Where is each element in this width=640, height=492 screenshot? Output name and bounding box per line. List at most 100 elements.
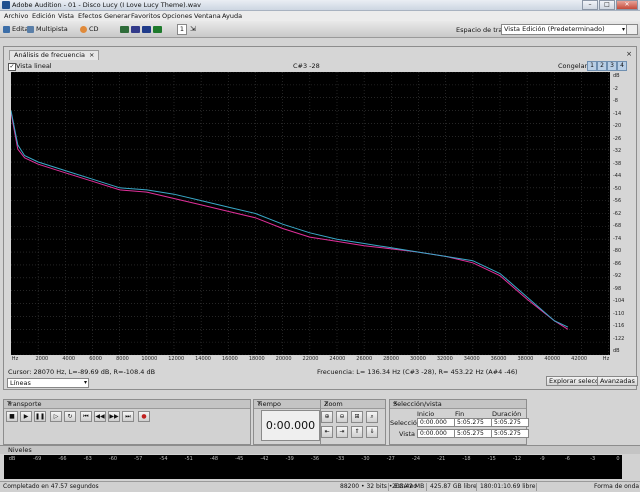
loop-button[interactable]: ↻ xyxy=(64,411,76,422)
freeze-button-2[interactable]: 2 xyxy=(597,61,607,71)
zoom-selection-icon[interactable]: ⌕ xyxy=(366,411,378,423)
level-scale-label: -66 xyxy=(58,456,67,462)
selection-start-field[interactable]: 0:00.000 xyxy=(417,418,455,427)
fast-forward-button[interactable]: ▶▶ xyxy=(108,411,120,422)
multitrack-button[interactable]: Multipista xyxy=(27,24,68,34)
y-tick-label: -8 xyxy=(613,98,618,104)
advanced-button[interactable]: Avanzadas xyxy=(597,376,638,386)
level-scale-label: 0 xyxy=(616,456,620,462)
zoom-out-horizontal-icon[interactable]: ⊖ xyxy=(336,411,348,423)
menu-archivo[interactable]: Archivo xyxy=(4,12,28,20)
zoom-full-icon[interactable]: ⊞ xyxy=(351,411,363,423)
x-tick-label: 8000 xyxy=(116,356,129,362)
menu-favoritos[interactable]: Favoritos xyxy=(131,12,160,20)
zoom-in-horizontal-icon[interactable]: ⊕ xyxy=(321,411,333,423)
zoom-left-icon[interactable]: ⇤ xyxy=(321,426,333,438)
x-tick-label: Hz xyxy=(602,356,610,362)
rewind-button[interactable]: ◀◀ xyxy=(94,411,106,422)
zoom-out-vertical-icon[interactable]: ⇓ xyxy=(366,426,378,438)
page-counter[interactable]: 1 ⇲ xyxy=(177,23,196,35)
level-scale-label: -51 xyxy=(184,456,193,462)
view-end-field[interactable]: 5:05.275 xyxy=(454,429,492,438)
layout-phase-icon[interactable] xyxy=(153,25,162,33)
y-tick-label: -20 xyxy=(613,123,622,129)
status-bar: Completado en 47.57 segundos 88200 • 32 … xyxy=(0,481,640,492)
tab-frequency-analysis[interactable]: Análisis de frecuencia × xyxy=(9,50,100,60)
series-line-1 xyxy=(11,112,569,330)
cd-icon xyxy=(80,25,87,33)
selection-duration-field[interactable]: 5:05.275 xyxy=(491,418,529,427)
x-tick-label: 36000 xyxy=(490,356,507,362)
transport-close-icon[interactable]: × xyxy=(7,400,247,408)
view-start-field[interactable]: 0:00.000 xyxy=(417,429,455,438)
y-tick-label: -110 xyxy=(613,310,625,317)
close-button[interactable]: ✕ xyxy=(616,0,638,10)
menu-opciones[interactable]: Opciones xyxy=(162,12,192,20)
go-end-button[interactable]: ⏭ xyxy=(122,411,134,422)
menu-vista[interactable]: Vista xyxy=(58,12,74,20)
x-tick-label: 4000 xyxy=(62,356,76,362)
x-tick-label: 40000 xyxy=(544,356,561,362)
zoom-close-icon[interactable]: × xyxy=(324,400,382,408)
linear-view-checkbox[interactable]: ✓ xyxy=(8,63,16,71)
play-from-cursor-button[interactable]: ▷ xyxy=(50,411,62,422)
pause-button[interactable]: ❚❚ xyxy=(34,411,46,422)
layout-spectral-icon[interactable] xyxy=(131,25,140,33)
cd-button[interactable]: CD xyxy=(80,24,99,34)
y-tick-label: -50 xyxy=(613,185,622,192)
stop-button[interactable]: ■ xyxy=(6,411,18,422)
menu-ventana[interactable]: Ventana xyxy=(194,12,221,20)
freeze-button-1[interactable]: 1 xyxy=(587,61,597,71)
workspace-menu-button[interactable] xyxy=(626,24,638,35)
y-tick-label: -116 xyxy=(613,323,625,329)
zoom-right-icon[interactable]: ⇥ xyxy=(336,426,348,438)
level-scale-label: -9 xyxy=(539,456,545,462)
x-axis: Hz 2000 4000 6000 8000 10000 12000 14000 16000 18… xyxy=(11,356,610,364)
selection-view-close-icon[interactable]: × xyxy=(393,400,523,408)
play-button[interactable]: ▶ xyxy=(20,411,32,422)
minimize-button[interactable]: – xyxy=(582,0,598,10)
x-tick-label: 38000 xyxy=(517,356,534,362)
y-axis: dB -2 -8 -14 -20 -26 -32 -38 -44 -50 -56 -62 -68 -74 -… xyxy=(611,72,635,355)
freeze-label: Congelar: xyxy=(558,62,590,70)
time-close-icon[interactable]: × xyxy=(257,400,317,408)
y-tick-label: -38 xyxy=(613,160,622,167)
workspace-select[interactable]: Vista Edición (Predeterminado) xyxy=(501,24,627,35)
y-tick-label: dB xyxy=(613,348,620,354)
y-tick-label: -44 xyxy=(613,173,622,179)
y-tick-label: -122 xyxy=(613,335,625,342)
transport-panel: Transporte × xyxy=(3,399,251,445)
level-scale-label: -42 xyxy=(260,456,269,462)
view-row-label: Vista xyxy=(399,430,416,438)
menu-efectos[interactable]: Efectos xyxy=(78,12,102,20)
spectrum-plot[interactable] xyxy=(11,72,610,355)
level-scale-label: -12 xyxy=(512,456,522,462)
menu-edicion[interactable]: Edición xyxy=(32,12,56,20)
panel-close-icon[interactable]: × xyxy=(625,50,633,58)
level-scale-label: -27 xyxy=(386,456,395,462)
freeze-button-4[interactable]: 4 xyxy=(617,61,627,71)
linear-view-label: Vista lineal xyxy=(16,62,52,70)
go-start-button[interactable]: ⏮ xyxy=(80,411,92,422)
layout-pan-icon[interactable] xyxy=(142,25,151,33)
level-scale-label: -57 xyxy=(134,456,143,462)
y-tick-label: -56 xyxy=(613,198,622,204)
tab-close-icon[interactable]: × xyxy=(89,51,94,59)
menu-ayuda[interactable]: Ayuda xyxy=(222,12,242,20)
x-tick-label: 12000 xyxy=(168,356,185,362)
zoom-in-vertical-icon[interactable]: ⇑ xyxy=(351,426,363,438)
window-title: Adobe Audition - 01 - Disco Lucy (I Love… xyxy=(12,1,201,9)
tool-select-icon[interactable]: ⇲ xyxy=(190,25,196,33)
maximize-button[interactable]: □ xyxy=(599,0,615,10)
level-scale-label: -39 xyxy=(285,456,294,462)
freeze-button-3[interactable]: 3 xyxy=(607,61,617,71)
layout-waveform-icon[interactable] xyxy=(120,25,129,33)
menu-generar[interactable]: Generar xyxy=(104,12,130,20)
x-tick-label: 22000 xyxy=(302,356,319,362)
cursor-readout: Cursor: 28070 Hz, L=-89.69 dB, R=-108.4 … xyxy=(8,368,156,376)
view-duration-field[interactable]: 5:05.275 xyxy=(491,429,529,438)
display-mode-select[interactable]: Líneas xyxy=(7,378,89,388)
record-button[interactable]: ● xyxy=(138,411,150,422)
selection-end-field[interactable]: 5:05.275 xyxy=(454,418,492,427)
status-size: 205.42 MB xyxy=(392,483,425,490)
